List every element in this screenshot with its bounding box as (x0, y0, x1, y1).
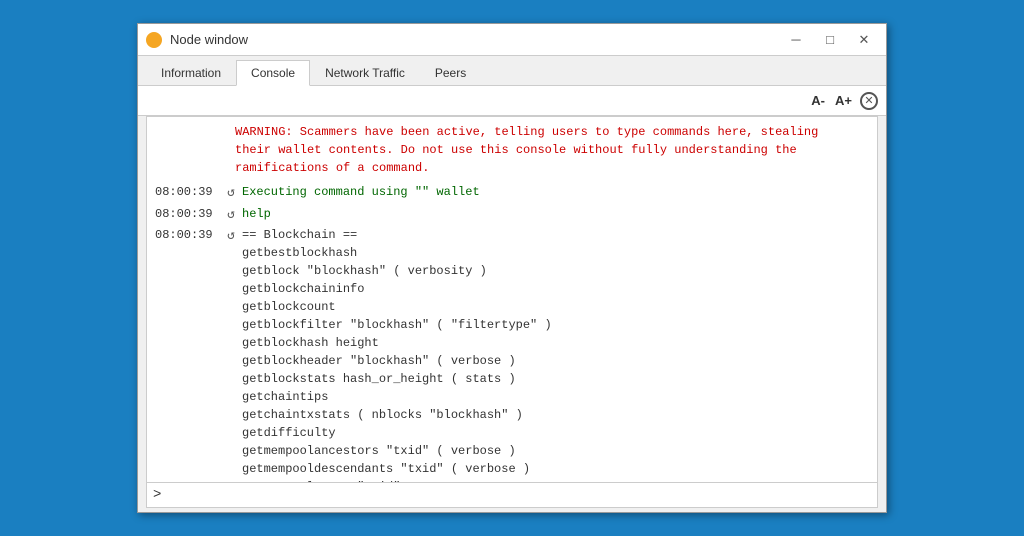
log-line: 08:00:39 ↺ == Blockchain == getbestblock… (155, 226, 869, 482)
log-icon-refresh: ↺ (220, 226, 242, 246)
tab-bar: Information Console Network Traffic Peer… (138, 56, 886, 86)
log-icon-refresh: ↺ (220, 205, 242, 225)
console-toolbar: A- A+ ✕ (138, 86, 886, 116)
log-line: 08:00:39 ↺ Executing command using "" wa… (155, 183, 869, 203)
tab-network-traffic[interactable]: Network Traffic (310, 59, 420, 85)
tab-console[interactable]: Console (236, 60, 310, 86)
log-content: help (242, 205, 869, 223)
log-timestamp: 08:00:39 (155, 205, 220, 223)
log-line: 08:00:39 ↺ help (155, 205, 869, 225)
window-icon (146, 32, 162, 48)
close-button[interactable]: ✕ (850, 29, 878, 51)
console-output[interactable]: WARNING: Scammers have been active, tell… (147, 117, 877, 482)
console-input[interactable] (167, 488, 871, 502)
font-increase-button[interactable]: A+ (833, 93, 854, 108)
minimize-button[interactable]: ─ (782, 29, 810, 51)
font-decrease-button[interactable]: A- (809, 93, 827, 108)
console-prompt: > (153, 487, 161, 503)
maximize-button[interactable]: □ (816, 29, 844, 51)
warning-block: WARNING: Scammers have been active, tell… (155, 123, 869, 177)
node-window: Node window ─ □ ✕ Information Console Ne… (137, 23, 887, 513)
log-icon-refresh: ↺ (220, 183, 242, 203)
window-title: Node window (170, 32, 782, 47)
warning-text: WARNING: Scammers have been active, tell… (235, 125, 818, 175)
log-timestamp: 08:00:39 (155, 183, 220, 201)
tab-peers[interactable]: Peers (420, 59, 481, 85)
window-controls: ─ □ ✕ (782, 29, 878, 51)
console-area: WARNING: Scammers have been active, tell… (146, 116, 878, 508)
log-timestamp: 08:00:39 (155, 226, 220, 244)
console-input-row: > (147, 482, 877, 507)
clear-console-button[interactable]: ✕ (860, 92, 878, 110)
tab-information[interactable]: Information (146, 59, 236, 85)
log-content-blockchain: == Blockchain == getbestblockhash getblo… (242, 226, 869, 482)
title-bar: Node window ─ □ ✕ (138, 24, 886, 56)
log-content: Executing command using "" wallet (242, 183, 869, 201)
